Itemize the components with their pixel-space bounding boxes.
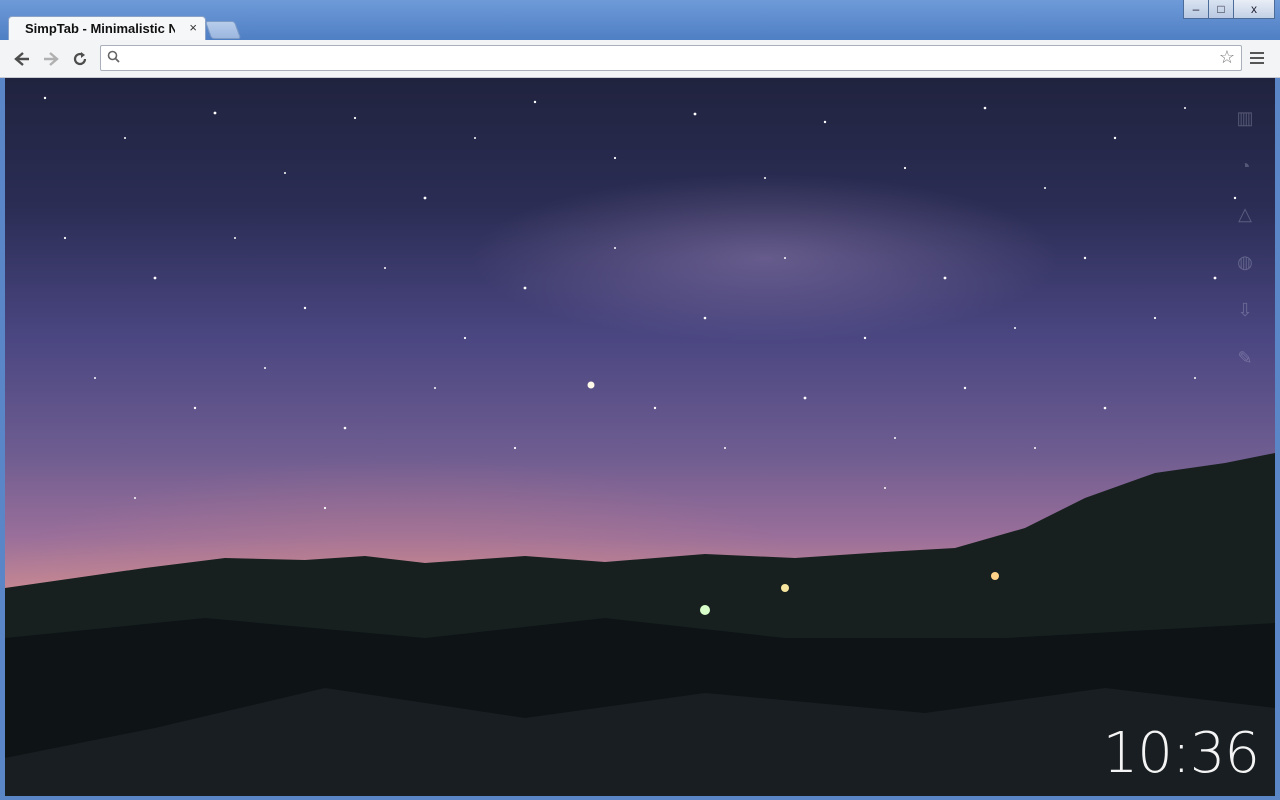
landscape	[5, 453, 1275, 796]
new-tab-button[interactable]	[204, 21, 242, 39]
tab-title: SimpTab - Minimalistic Ne	[25, 21, 175, 36]
toolbar: ☆	[0, 40, 1280, 78]
title-bar: SimpTab - Minimalistic Ne × – □ x	[0, 0, 1280, 41]
forward-arrow-icon[interactable]	[40, 48, 62, 70]
side-icon-column: ▥ ◔ △ ◍ ⇩ ✎	[1235, 108, 1263, 368]
browser-window: SimpTab - Minimalistic Ne × – □ x ☆ ▥ ◔ …	[0, 0, 1280, 800]
address-input[interactable]	[127, 48, 1211, 70]
bookmark-icon[interactable]: ▥	[1235, 108, 1255, 128]
clock: 10:36	[1102, 721, 1260, 786]
minimize-button[interactable]: –	[1183, 0, 1209, 19]
wrench-icon[interactable]: ✎	[1235, 348, 1255, 368]
close-window-button[interactable]: x	[1233, 0, 1275, 19]
new-tab-page: ▥ ◔ △ ◍ ⇩ ✎ 10:36	[5, 78, 1275, 796]
maximize-button[interactable]: □	[1208, 0, 1234, 19]
back-arrow-icon[interactable]	[11, 48, 33, 70]
omnibox[interactable]: ☆	[100, 45, 1242, 71]
bulb-icon[interactable]: ◍	[1235, 252, 1255, 272]
tab-simptab[interactable]: SimpTab - Minimalistic Ne ×	[8, 16, 206, 41]
star-icon[interactable]: ☆	[1219, 47, 1235, 68]
apps-icon[interactable]: △	[1235, 204, 1255, 224]
search-icon	[107, 50, 121, 67]
history-icon[interactable]: ◔	[1235, 156, 1255, 176]
tab-close-icon[interactable]: ×	[189, 20, 197, 35]
hamburger-menu-icon[interactable]	[1250, 52, 1264, 67]
reload-icon[interactable]	[69, 48, 91, 70]
download-icon[interactable]: ⇩	[1235, 300, 1255, 320]
